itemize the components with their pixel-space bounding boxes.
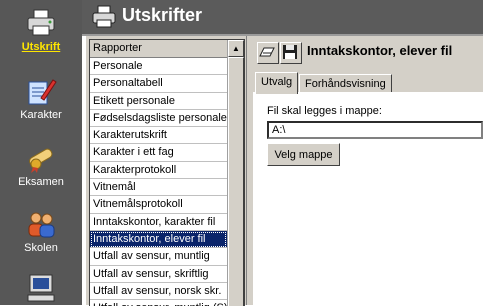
page-title: Utskrifter xyxy=(122,5,203,25)
print-button[interactable] xyxy=(257,42,279,64)
list-item[interactable]: Utfall av sensur, skriftlig xyxy=(90,266,227,283)
scroll-up-icon[interactable]: ▲ xyxy=(228,40,244,57)
main-panel: Inntakskontor, elever fil Utvalg Forhånd… xyxy=(247,36,483,306)
folder-field-label: Fil skal legges i mappe: xyxy=(267,105,382,117)
tab-forhandsvisning[interactable]: Forhåndsvisning xyxy=(299,74,392,93)
sidebar-item-skolen[interactable]: Skolen xyxy=(0,209,82,254)
list-item[interactable]: Personaltabell xyxy=(90,75,227,93)
reports-scrollbar[interactable]: ▲ xyxy=(227,40,244,306)
printer-icon xyxy=(27,9,55,36)
sidebar-item-computer[interactable] xyxy=(0,273,82,306)
people-icon xyxy=(28,212,55,238)
tab-utvalg[interactable]: Utvalg xyxy=(255,72,299,94)
pencil-paper-icon xyxy=(28,79,57,105)
sidebar-item-label: Skolen xyxy=(24,242,58,254)
list-item[interactable]: Utfall av sensur, muntlig (S) xyxy=(90,300,227,306)
sidebar: Utskrift Karakter Eksamen Skolen xyxy=(0,0,82,305)
list-item[interactable]: Karakterutskrift xyxy=(90,127,227,145)
floppy-disk-icon xyxy=(283,45,297,59)
reports-list: Rapporter Personale Personaltabell Etikett… xyxy=(89,39,245,306)
list-item[interactable]: Vitnemål xyxy=(90,179,227,197)
reports-panel: Rapporter Personale Personaltabell Etikett… xyxy=(86,36,247,306)
list-item[interactable]: Utfall av sensur, norsk skr. xyxy=(90,283,227,301)
sidebar-item-label: Karakter xyxy=(20,109,62,121)
printer-icon xyxy=(92,5,116,28)
list-item[interactable]: Etikett personale xyxy=(90,93,227,110)
save-button[interactable] xyxy=(280,42,302,64)
list-item[interactable]: Karakterprotokoll xyxy=(90,162,227,180)
list-item[interactable]: Personale xyxy=(90,58,227,76)
report-title: Inntakskontor, elever fil xyxy=(307,43,453,58)
reports-list-header[interactable]: Rapporter xyxy=(90,40,228,58)
page-setup-icon xyxy=(259,47,275,57)
list-item[interactable]: Karakter i ett fag xyxy=(90,144,227,162)
title-bar: Utskrifter xyxy=(82,0,483,36)
diploma-icon xyxy=(29,148,53,173)
report-header: Inntakskontor, elever fil xyxy=(247,36,483,64)
sidebar-item-label: Utskrift xyxy=(21,41,61,53)
list-item[interactable]: Utfall av sensur, muntlig xyxy=(90,248,227,266)
sidebar-item-utskrift[interactable]: Utskrift xyxy=(0,8,82,53)
scrollbar-thumb[interactable] xyxy=(228,57,244,306)
sidebar-item-label: Eksamen xyxy=(18,176,64,188)
sidebar-item-karakter[interactable]: Karakter xyxy=(0,76,82,121)
list-item[interactable]: Inntakskontor, karakter fil xyxy=(90,214,227,231)
list-item[interactable]: Vitnemålsprotokoll xyxy=(90,196,227,214)
tab-page-utvalg: Fil skal legges i mappe: Velg mappe xyxy=(253,92,483,306)
choose-folder-button[interactable]: Velg mappe xyxy=(267,143,340,166)
sidebar-item-eksamen[interactable]: Eksamen xyxy=(0,143,82,188)
folder-path-input[interactable] xyxy=(267,121,483,139)
list-item[interactable]: Fødselsdagsliste personale xyxy=(90,110,227,128)
computer-icon xyxy=(27,274,55,302)
list-item[interactable]: Inntakskontor, elever fil xyxy=(90,230,227,249)
